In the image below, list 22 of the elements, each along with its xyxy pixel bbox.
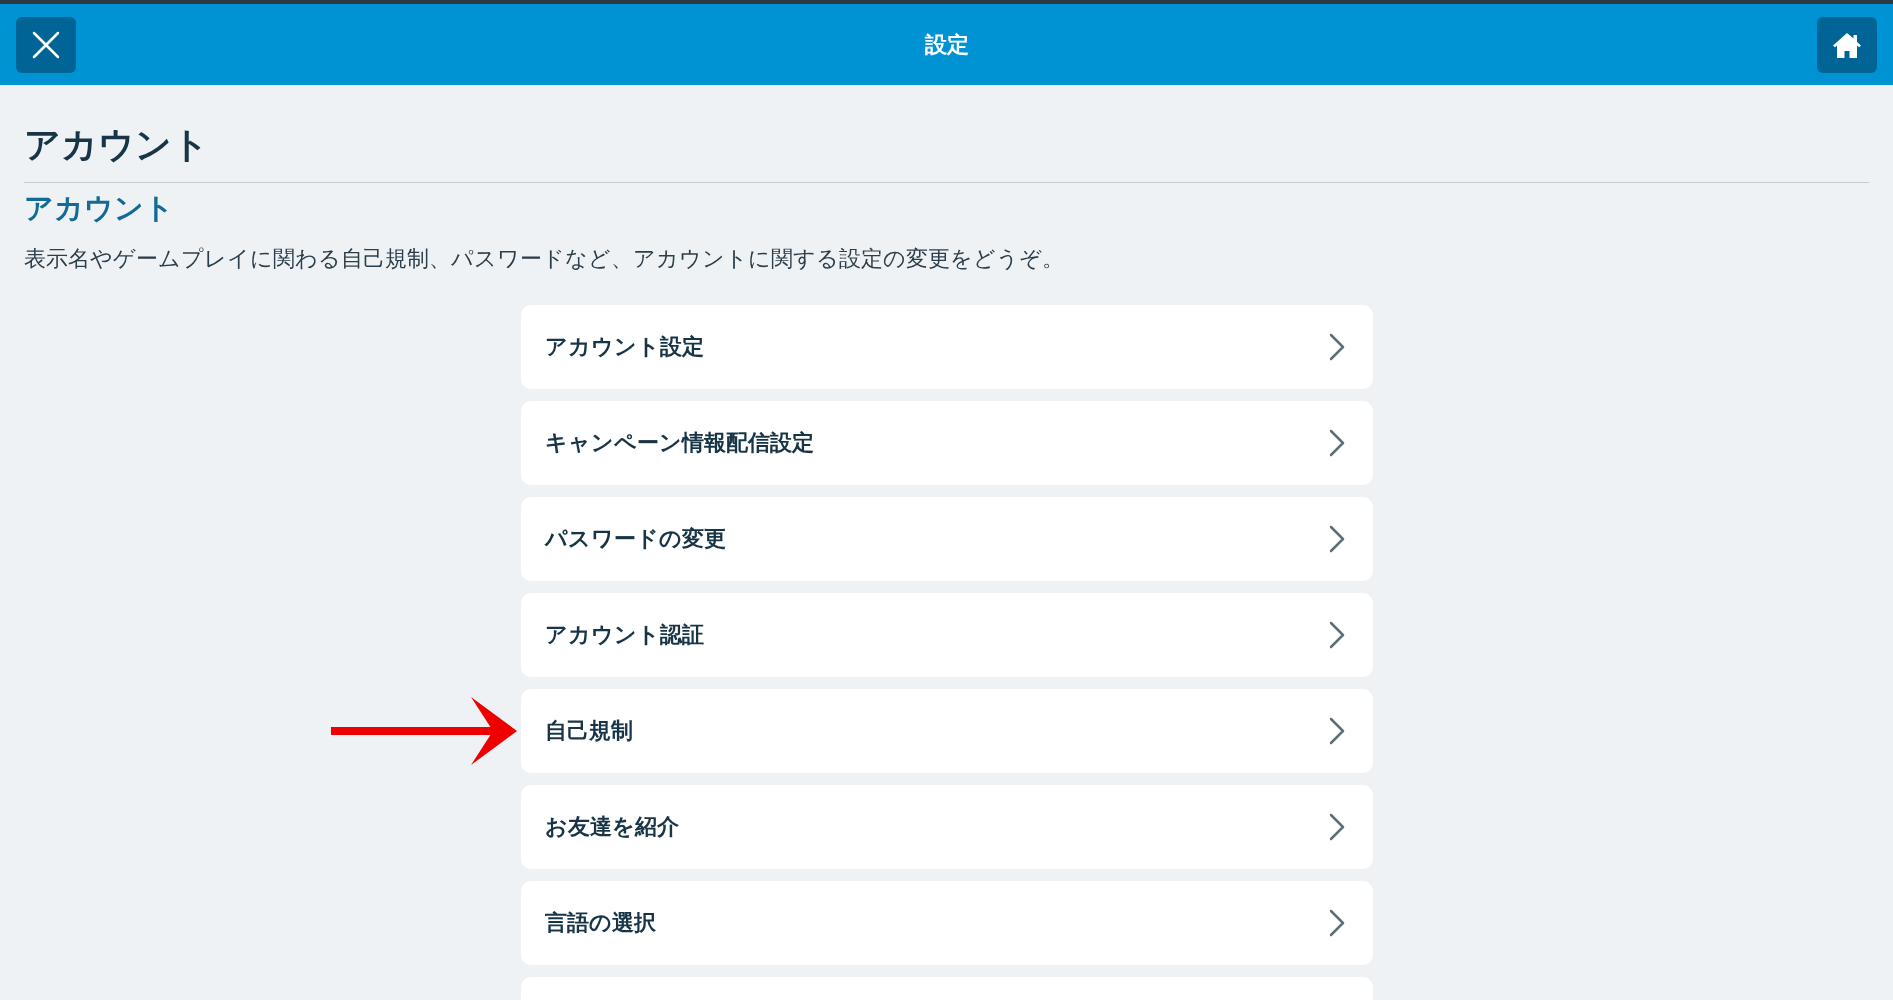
menu-item[interactable]: 言語の選択 [520,881,1373,965]
close-button[interactable] [16,16,76,73]
chevron-right-icon [1328,525,1345,553]
menu-item[interactable]: 自己規制 [520,689,1373,773]
page-title: アカウント [24,123,210,167]
menu-item[interactable]: アカウント設定 [520,305,1373,389]
home-icon [1832,30,1862,59]
chevron-right-icon [1328,621,1345,649]
chevron-right-icon [1328,717,1345,745]
menu-item[interactable]: アカウント認証 [520,593,1373,677]
header-title: 設定 [924,31,969,59]
chevron-right-icon [1328,333,1345,361]
menu-item[interactable]: お友達を紹介 [520,785,1373,869]
home-button[interactable] [1817,16,1877,73]
chevron-right-icon [1328,909,1345,937]
section-description: 表示名やゲームプレイに関わる自己規制、パスワードなど、アカウントに関する設定の変更をどうぞ。 [24,245,1065,273]
close-icon [32,30,60,59]
chevron-right-icon [1328,813,1345,841]
chevron-right-icon [1328,429,1345,457]
section-title: アカウント [24,191,175,226]
menu-item[interactable]: キャンペーン情報配信設定 [520,401,1373,485]
menu-item[interactable]: パスワードの変更 [520,497,1373,581]
